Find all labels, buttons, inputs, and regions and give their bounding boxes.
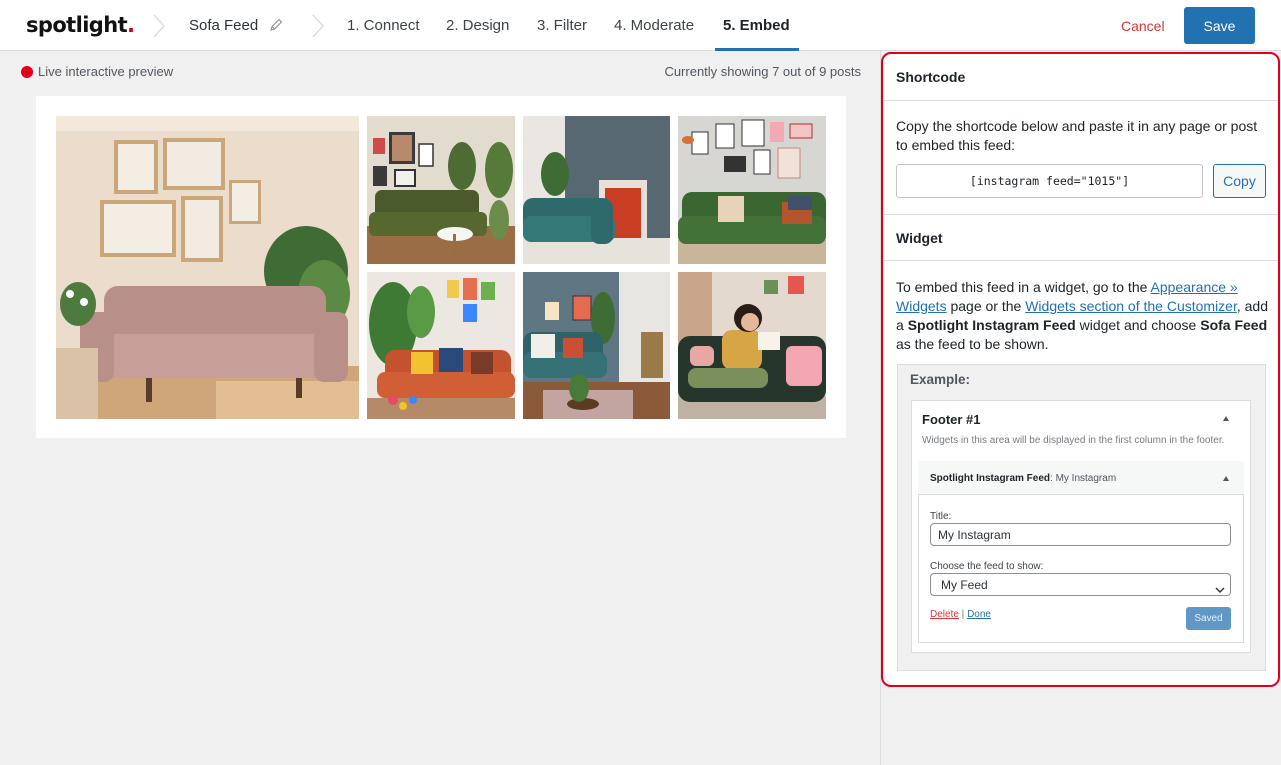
widget-title-input[interactable] [930, 523, 1231, 546]
cancel-button[interactable]: Cancel [1113, 12, 1173, 40]
pencil-icon[interactable] [268, 17, 284, 33]
step-moderate[interactable]: 4. Moderate [614, 17, 694, 34]
widget-actions: Delete | Done [930, 609, 991, 620]
photo-pink-sofa[interactable] [56, 116, 359, 419]
save-button[interactable]: Save [1184, 7, 1255, 44]
widget-section-heading[interactable]: Widget [884, 214, 1278, 261]
active-step-indicator [715, 48, 799, 51]
step-design[interactable]: 2. Design [446, 17, 509, 34]
collapse-arrow-icon [1223, 476, 1229, 481]
spotlight-logo[interactable]: spotlight. [26, 13, 135, 37]
top-bar: spotlight. Sofa Feed 1. Connect 2. Desig… [0, 0, 1281, 51]
footer-area-description: Widgets in this area will be displayed i… [922, 435, 1225, 446]
delete-link[interactable]: Delete [930, 609, 959, 620]
chevron-right-icon [152, 13, 166, 39]
collapse-arrow-icon [1223, 416, 1229, 421]
photo-teal-sofa-fireplace[interactable] [523, 116, 670, 264]
footer-area-title: Footer #1 [922, 412, 981, 427]
widget-description: To embed this feed in a widget, go to th… [896, 279, 1268, 352]
shortcode-field[interactable]: [instagram feed="1015"] [896, 164, 1203, 198]
live-indicator-icon [21, 66, 33, 78]
step-filter[interactable]: 3. Filter [537, 17, 587, 34]
saved-button[interactable]: Saved [1186, 607, 1231, 630]
photo-teal-sofa-room[interactable] [523, 272, 670, 419]
shortcode-description: Copy the shortcode below and paste it in… [896, 118, 1258, 153]
copy-shortcode-button[interactable]: Copy [1213, 164, 1266, 198]
photo-green-sofa-gallery[interactable] [367, 116, 515, 264]
feed-select[interactable]: My Feed [930, 573, 1231, 596]
chevron-down-icon [1215, 581, 1225, 593]
customizer-widgets-link[interactable]: Widgets section of the Customizer [1025, 298, 1237, 314]
title-field-label: Title: [930, 511, 952, 522]
posts-count-label: Currently showing 7 out of 9 posts [664, 64, 861, 79]
done-link[interactable]: Done [967, 609, 991, 620]
live-preview-label: Live interactive preview [38, 64, 174, 79]
example-label: Example: [910, 372, 971, 387]
step-connect[interactable]: 1. Connect [347, 17, 420, 34]
photo-orange-sofa-plants[interactable] [367, 272, 515, 419]
spotlight-widget-title: Spotlight Instagram Feed: My Instagram [930, 473, 1117, 484]
chevron-right-icon [311, 13, 325, 39]
photo-woman-reading-sofa[interactable] [678, 272, 826, 419]
step-embed[interactable]: 5. Embed [723, 17, 790, 34]
feed-select-label: Choose the feed to show: [930, 561, 1044, 572]
photo-green-sofa-frames[interactable] [678, 116, 826, 264]
feed-name[interactable]: Sofa Feed [189, 17, 258, 34]
shortcode-section-heading[interactable]: Shortcode [884, 54, 1278, 101]
